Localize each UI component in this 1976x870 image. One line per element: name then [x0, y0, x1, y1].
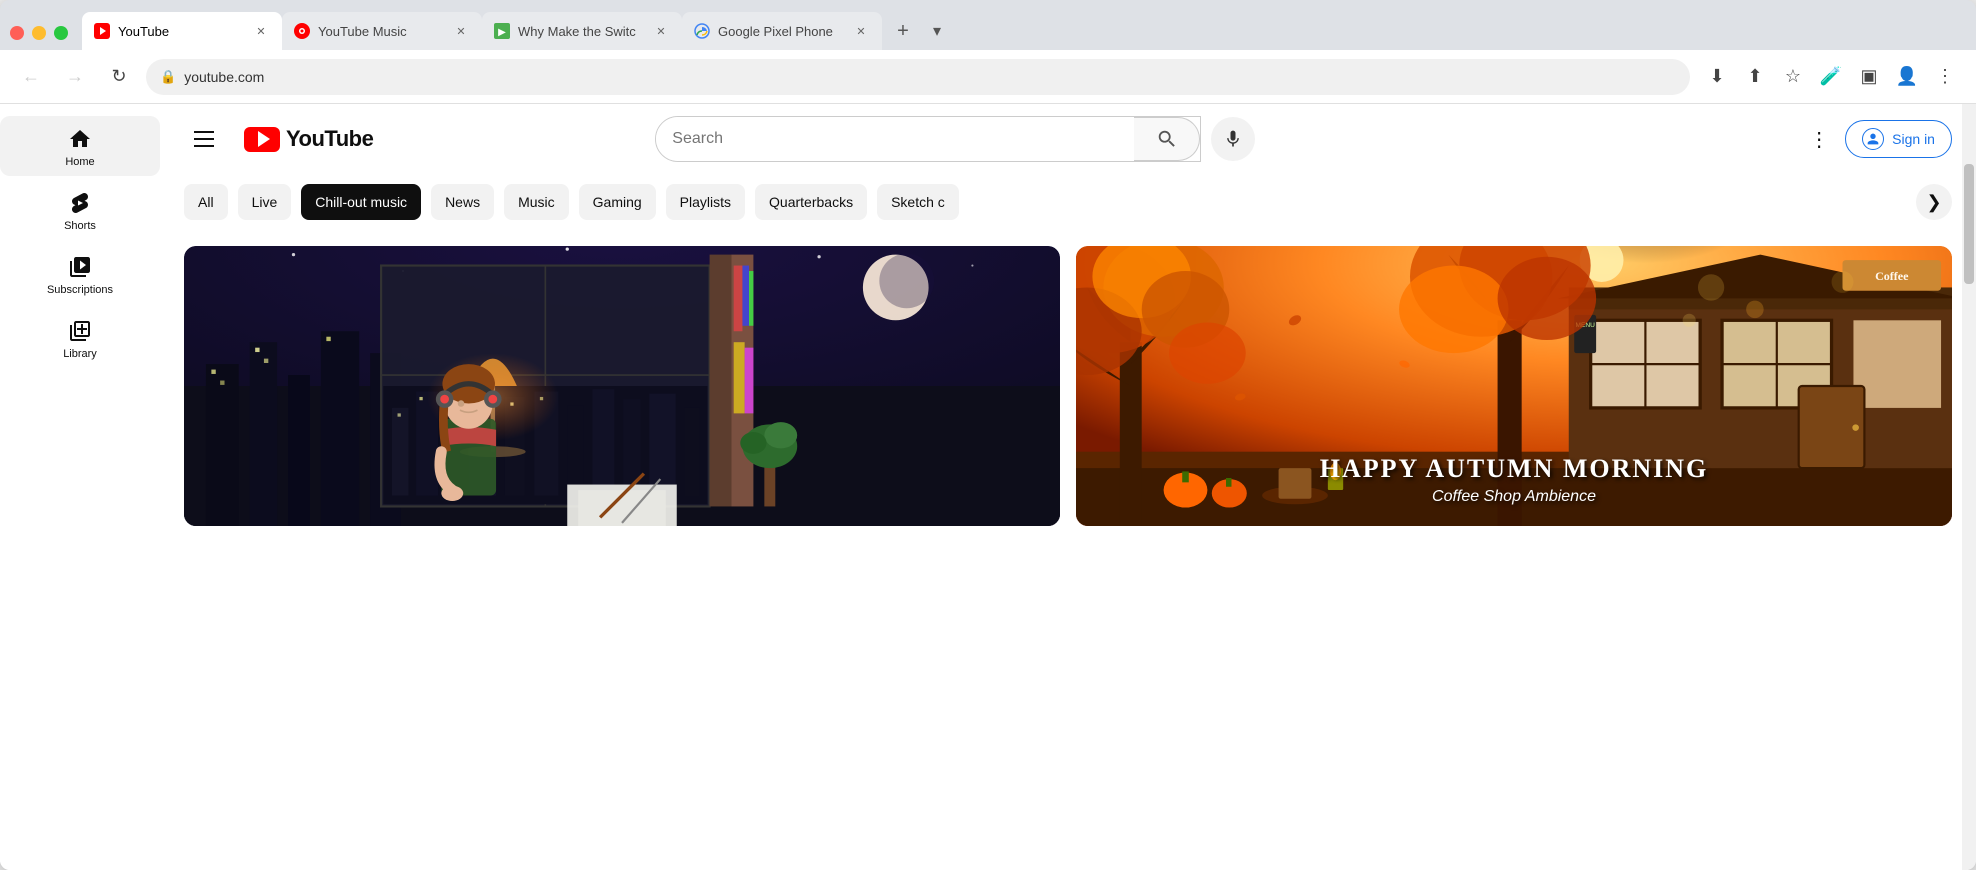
forward-button[interactable]: → [58, 60, 92, 94]
tab-why-switch-title: Why Make the Switc [518, 24, 644, 39]
search-input[interactable] [656, 117, 1134, 161]
video-thumbnail-2: Coffee MENU [1076, 246, 1952, 526]
tabs-container: YouTube ✕ YouTube Music ✕ [82, 12, 1966, 50]
svg-text:Coffee: Coffee [1875, 269, 1909, 283]
video-thumbnail-1 [184, 246, 1060, 526]
tab-youtube-close[interactable]: ✕ [252, 22, 270, 40]
youtube-play-triangle [258, 131, 270, 147]
tab-youtube-title: YouTube [118, 24, 244, 39]
close-button[interactable] [10, 26, 24, 40]
shorts-icon [67, 190, 93, 216]
chip-gaming[interactable]: Gaming [579, 184, 656, 220]
sidebar-subscriptions-label: Subscriptions [47, 284, 113, 296]
chip-music[interactable]: Music [504, 184, 569, 220]
fullscreen-button[interactable] [54, 26, 68, 40]
youtube-favicon [94, 23, 110, 39]
svg-text:▶: ▶ [498, 27, 506, 38]
video-grid: Coffee MENU [160, 230, 1976, 870]
sign-in-button[interactable]: Sign in [1845, 120, 1952, 158]
scrollbar[interactable] [1962, 104, 1976, 870]
filter-bar: All Live Chill-out music News Music Gami… [160, 174, 1976, 230]
tab-google-pixel-close[interactable]: ✕ [852, 22, 870, 40]
tab-google-pixel[interactable]: Google Pixel Phone ✕ [682, 12, 882, 50]
search-form [655, 116, 1201, 162]
home-icon [67, 126, 93, 152]
library-icon [67, 318, 93, 344]
sidebar-shorts-label: Shorts [64, 220, 96, 232]
tab-why-switch[interactable]: ▶ Why Make the Switc ✕ [482, 12, 682, 50]
sidebar: Home Shorts Subscriptions [0, 104, 160, 870]
video-overlay-subtitle: Coffee Shop Ambience [1076, 488, 1952, 506]
tab-why-switch-close[interactable]: ✕ [652, 22, 670, 40]
minimize-button[interactable] [32, 26, 46, 40]
youtube-logo[interactable]: YouTube [244, 126, 373, 152]
sidebar-home-label: Home [65, 156, 94, 168]
voice-search-button[interactable] [1211, 117, 1255, 161]
profile-button[interactable]: 👤 [1890, 60, 1924, 94]
tab-youtube[interactable]: YouTube ✕ [82, 12, 282, 50]
video-overlay-text: HAPPY AUTUMN MORNING Coffee Shop Ambienc… [1076, 454, 1952, 506]
traffic-lights [10, 26, 68, 50]
yt-header: YouTube [160, 104, 1976, 174]
extensions-button[interactable]: 🧪 [1814, 60, 1848, 94]
sidebar-item-shorts[interactable]: Shorts [0, 180, 160, 240]
back-button[interactable]: ← [14, 60, 48, 94]
youtube-logo-text: YouTube [286, 126, 373, 152]
chip-all[interactable]: All [184, 184, 228, 220]
tab-youtube-music-title: YouTube Music [318, 24, 444, 39]
chip-chill-out-music[interactable]: Chill-out music [301, 184, 421, 220]
hamburger-line-1 [194, 131, 214, 133]
sign-in-icon [1862, 128, 1884, 150]
subscriptions-icon [67, 254, 93, 280]
sidebar-item-subscriptions[interactable]: Subscriptions [0, 244, 160, 304]
address-bar[interactable]: 🔒 youtube.com [146, 59, 1690, 95]
scrollbar-thumb[interactable] [1964, 164, 1974, 284]
page-content: Home Shorts Subscriptions [0, 104, 1976, 870]
refresh-button[interactable]: ↻ [102, 60, 136, 94]
youtube-music-favicon [294, 23, 310, 39]
sidebar-item-library[interactable]: Library [0, 308, 160, 368]
menu-button[interactable]: ⋮ [1928, 60, 1962, 94]
search-area [655, 116, 1255, 162]
header-right: ⋮ Sign in [1799, 119, 1952, 159]
hamburger-line-3 [194, 145, 214, 147]
title-bar: YouTube ✕ YouTube Music ✕ [0, 0, 1976, 50]
search-button[interactable] [1134, 117, 1200, 161]
hamburger-line-2 [194, 138, 214, 140]
chip-playlists[interactable]: Playlists [666, 184, 745, 220]
tab-overflow-button[interactable]: ▾ [920, 14, 954, 48]
lock-icon: 🔒 [160, 69, 176, 85]
google-favicon [694, 23, 710, 39]
why-switch-favicon: ▶ [494, 23, 510, 39]
main-area: YouTube [160, 104, 1976, 870]
more-options-button[interactable]: ⋮ [1799, 119, 1839, 159]
tab-google-pixel-title: Google Pixel Phone [718, 24, 844, 39]
sign-in-label: Sign in [1892, 131, 1935, 147]
chip-news[interactable]: News [431, 184, 494, 220]
tab-youtube-music[interactable]: YouTube Music ✕ [282, 12, 482, 50]
youtube-logo-icon [244, 127, 280, 152]
browser-window: YouTube ✕ YouTube Music ✕ [0, 0, 1976, 870]
bookmark-button[interactable]: ☆ [1776, 60, 1810, 94]
sidebar-item-home[interactable]: Home [0, 116, 160, 176]
nav-bar: ← → ↻ 🔒 youtube.com ⬇ ⬆ ☆ 🧪 ▣ 👤 ⋮ [0, 50, 1976, 104]
sidebar-library-label: Library [63, 348, 97, 360]
sidebar-toggle-button[interactable]: ▣ [1852, 60, 1886, 94]
share-button[interactable]: ⬆ [1738, 60, 1772, 94]
video-card-2[interactable]: Coffee MENU [1076, 246, 1952, 854]
hamburger-button[interactable] [184, 119, 224, 159]
chip-live[interactable]: Live [238, 184, 292, 220]
video-overlay-title: HAPPY AUTUMN MORNING [1076, 454, 1952, 484]
address-text: youtube.com [184, 69, 1676, 85]
new-tab-button[interactable]: + [886, 14, 920, 48]
tab-youtube-music-close[interactable]: ✕ [452, 22, 470, 40]
chip-sketch[interactable]: Sketch c [877, 184, 959, 220]
chip-quarterbacks[interactable]: Quarterbacks [755, 184, 867, 220]
filter-next-button[interactable]: ❯ [1916, 184, 1952, 220]
video-card-1[interactable] [184, 246, 1060, 854]
download-button[interactable]: ⬇ [1700, 60, 1734, 94]
nav-actions: ⬇ ⬆ ☆ 🧪 ▣ 👤 ⋮ [1700, 60, 1962, 94]
